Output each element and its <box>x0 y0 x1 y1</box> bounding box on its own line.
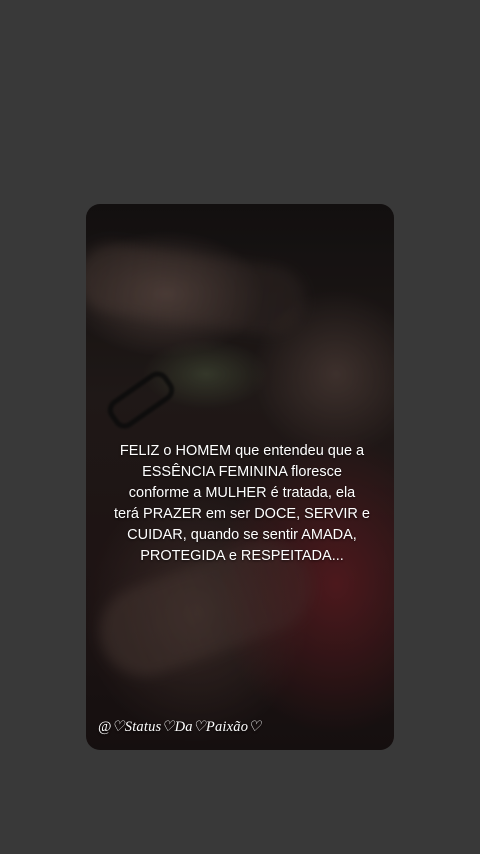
story-quote-text: FELIZ o HOMEM que entendeu que a ESSÊNCI… <box>114 443 370 564</box>
story-card[interactable]: FELIZ o HOMEM que entendeu que a ESSÊNCI… <box>86 204 394 750</box>
story-signature: @♡Status♡Da♡Paixão♡ <box>98 719 262 735</box>
story-screen: FELIZ o HOMEM que entendeu que a ESSÊNCI… <box>0 0 480 854</box>
